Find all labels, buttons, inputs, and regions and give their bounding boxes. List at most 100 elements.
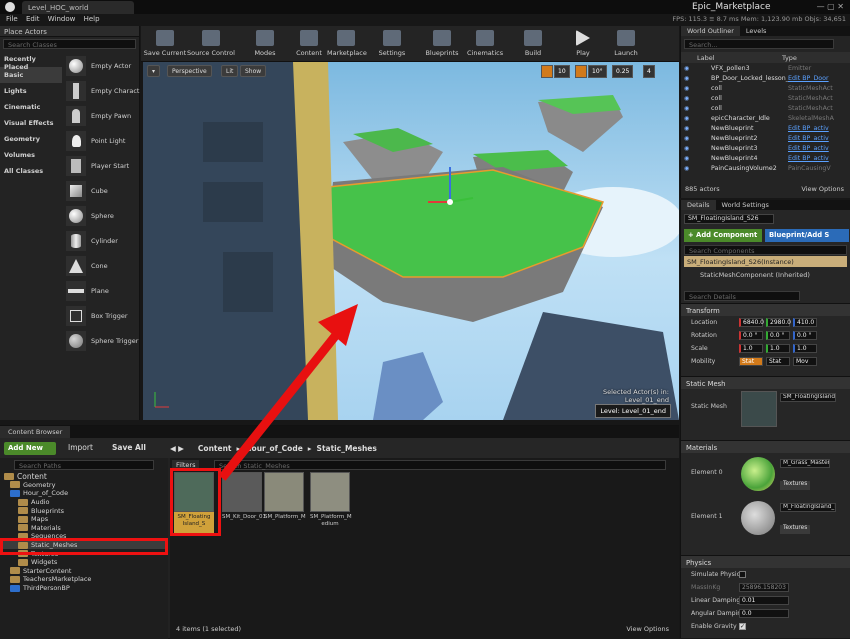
search-details-input[interactable]: Search Details — [684, 291, 800, 301]
visibility-eye-icon[interactable]: ◉ — [684, 75, 693, 82]
element0-dropdown[interactable]: M_Grass_Master — [780, 459, 830, 468]
component-instance-row[interactable]: SM_FloatingIsland_S26(Instance) — [684, 256, 847, 267]
asset-sm-platform-m[interactable]: SM_Platform_M — [264, 472, 306, 534]
location-z[interactable]: 410.0 — [793, 318, 817, 327]
linear-damping-field[interactable]: 0.01 — [739, 596, 789, 605]
window-controls[interactable]: — ▢ ✕ — [817, 2, 844, 11]
rotation-snap-icon[interactable] — [575, 65, 587, 78]
element1-dropdown[interactable]: M_FloatingIsland_B — [780, 503, 836, 512]
scale-y[interactable]: 1.0 — [766, 344, 790, 353]
location-x[interactable]: 6840.0 — [739, 318, 764, 327]
folder-third-person-bp[interactable]: ThirdPersonBP — [0, 584, 168, 593]
visibility-eye-icon[interactable]: ◉ — [684, 135, 693, 142]
viewport-options-button[interactable]: ▾ — [147, 65, 161, 77]
launch-button[interactable]: Launch — [613, 28, 639, 61]
build-button[interactable]: Build — [521, 28, 545, 61]
mobility-movable[interactable]: Mov — [793, 357, 817, 366]
visibility-eye-icon[interactable]: ◉ — [684, 125, 693, 132]
search-paths-input[interactable]: Search Paths — [14, 460, 154, 470]
visibility-eye-icon[interactable]: ◉ — [684, 155, 693, 162]
materials-section[interactable]: Materials — [681, 440, 850, 453]
visibility-eye-icon[interactable]: ◉ — [684, 115, 693, 122]
actor-player-start[interactable]: Player Start — [62, 153, 140, 178]
filters-button[interactable]: Filters — [172, 460, 200, 470]
category-lights[interactable]: Lights — [0, 83, 62, 99]
outliner-row[interactable]: ◉ coll StaticMeshAct — [681, 103, 850, 113]
folder-maps[interactable]: Maps — [0, 515, 168, 524]
grid-snap-value[interactable]: 10 — [554, 65, 570, 78]
menu-help[interactable]: Help — [84, 15, 100, 23]
level-tab[interactable]: Level_HOC_world — [22, 1, 134, 14]
actor-empty-actor[interactable]: Empty Actor — [62, 53, 140, 78]
static-mesh-thumbnail[interactable] — [741, 391, 777, 427]
folder-materials[interactable]: Materials — [0, 524, 168, 533]
tab-details[interactable]: Details — [681, 200, 716, 210]
actor-empty-character[interactable]: Empty Charact — [62, 78, 140, 103]
folder-teachers-marketplace[interactable]: TeachersMarketplace — [0, 575, 168, 584]
outliner-view-options[interactable]: View Options — [801, 185, 844, 193]
category-all-classes[interactable]: All Classes — [0, 163, 62, 179]
tab-world-settings[interactable]: World Settings — [716, 200, 775, 210]
blueprints-button[interactable]: Blueprints — [425, 28, 459, 61]
rotation-y[interactable]: 0.0 ° — [766, 331, 790, 340]
search-components-input[interactable]: Search Components — [684, 245, 847, 255]
tab-levels[interactable]: Levels — [740, 26, 773, 36]
actor-box-trigger[interactable]: Box Trigger — [62, 303, 140, 328]
asset-sm-floating-island[interactable]: SM_Floating Island_S — [174, 472, 214, 534]
search-classes-input[interactable]: Search Classes — [3, 39, 136, 49]
outliner-row[interactable]: ◉ VFX_pollen3 Emitter — [681, 63, 850, 73]
static-mesh-dropdown[interactable]: SM_FloatingIsland — [780, 393, 836, 402]
visibility-eye-icon[interactable]: ◉ — [684, 165, 693, 172]
outliner-row[interactable]: ◉ BP_Door_Locked_lesson_4 Edit BP_Door — [681, 73, 850, 83]
actor-point-light[interactable]: Point Light — [62, 128, 140, 153]
menu-window[interactable]: Window — [48, 15, 76, 23]
scale-z[interactable]: 1.0 — [793, 344, 817, 353]
element0-textures-button[interactable]: Textures — [780, 481, 811, 490]
outliner-row[interactable]: ◉ coll StaticMeshAct — [681, 93, 850, 103]
folder-textures[interactable]: Textures — [0, 549, 168, 558]
add-new-button[interactable]: Add New — [4, 442, 56, 455]
transform-section[interactable]: Transform — [681, 303, 850, 316]
marketplace-button[interactable]: Marketplace — [327, 28, 367, 61]
category-geometry[interactable]: Geometry — [0, 131, 62, 147]
folder-blueprints[interactable]: Blueprints — [0, 506, 168, 515]
enable-gravity-checkbox[interactable]: ✓ — [739, 623, 746, 630]
rotation-z[interactable]: 0.0 ° — [793, 331, 817, 340]
category-visual-effects[interactable]: Visual Effects — [0, 115, 62, 131]
grass-material-thumbnail[interactable] — [741, 457, 775, 491]
visibility-eye-icon[interactable]: ◉ — [684, 145, 693, 152]
breadcrumb-hour-of-code[interactable]: Hour_of_Code — [245, 444, 303, 453]
rotation-x[interactable]: 0.0 ° — [739, 331, 763, 340]
actor-name-field[interactable]: SM_FloatingIsland_S26 — [684, 214, 774, 224]
asset-view-options[interactable]: View Options — [626, 625, 669, 633]
breadcrumb-static-meshes[interactable]: Static_Meshes — [317, 444, 377, 453]
asset-sm-kit-door[interactable]: SM_Kit_Door_01 — [222, 472, 266, 534]
floating-island-material-thumbnail[interactable] — [741, 501, 775, 535]
folder-geometry[interactable]: Geometry — [0, 481, 168, 490]
lit-button[interactable]: Lit — [221, 65, 239, 77]
modes-button[interactable]: Modes — [251, 28, 279, 61]
actor-cylinder[interactable]: Cylinder — [62, 228, 140, 253]
outliner-row[interactable]: ◉ PainCausingVolume2 PainCausingV — [681, 163, 850, 173]
asset-sm-platform-medium[interactable]: SM_Platform_M edium — [310, 472, 352, 534]
category-volumes[interactable]: Volumes — [0, 147, 62, 163]
visibility-eye-icon[interactable]: ◉ — [684, 85, 693, 92]
visibility-eye-icon[interactable]: ◉ — [684, 95, 693, 102]
mobility-static[interactable]: Stat — [739, 357, 763, 366]
play-button[interactable]: Play — [571, 28, 595, 61]
outliner-row[interactable]: ◉ NewBlueprint2 Edit BP_activ — [681, 133, 850, 143]
scale-x[interactable]: 1.0 — [739, 344, 763, 353]
outliner-row[interactable]: ◉ coll StaticMeshAct — [681, 83, 850, 93]
element1-textures-button[interactable]: Textures — [780, 525, 811, 534]
import-button[interactable]: Import — [68, 443, 93, 452]
menu-edit[interactable]: Edit — [26, 15, 40, 23]
angular-damping-field[interactable]: 0.0 — [739, 609, 789, 618]
cinematics-button[interactable]: Cinematics — [467, 28, 503, 61]
settings-button[interactable]: Settings — [377, 28, 407, 61]
category-recently-placed[interactable]: Recently Placed — [0, 51, 62, 71]
folder-sequences[interactable]: Sequences — [0, 532, 168, 541]
outliner-row[interactable]: ◉ epicCharacter_Idle SkeletalMeshA — [681, 113, 850, 123]
outliner-row[interactable]: ◉ NewBlueprint4 Edit BP_activ — [681, 153, 850, 163]
physics-section[interactable]: Physics — [681, 555, 850, 568]
folder-starter-content[interactable]: StarterContent — [0, 567, 168, 576]
